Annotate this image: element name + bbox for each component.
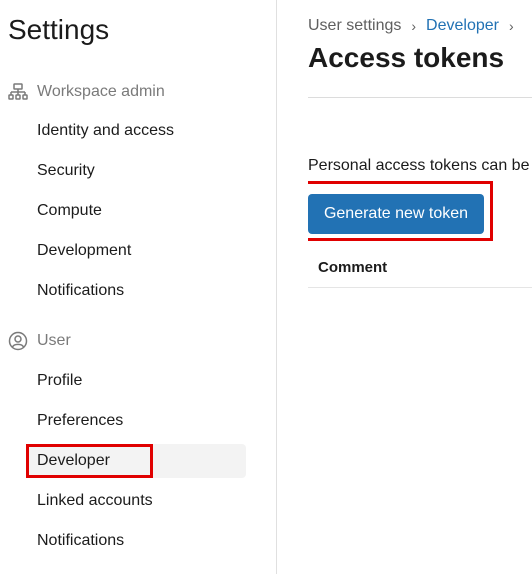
access-tokens-description: Personal access tokens can be u: [308, 157, 532, 174]
sidebar-item-linked-accounts[interactable]: Linked accounts: [27, 484, 246, 518]
sidebar-item-preferences[interactable]: Preferences: [27, 404, 246, 438]
sidebar-item-workspace-notifications[interactable]: Notifications: [27, 274, 246, 308]
breadcrumb-developer[interactable]: Developer: [426, 17, 499, 35]
chevron-right-icon: ›: [508, 18, 514, 34]
user-circle-icon: [8, 331, 28, 351]
sidebar-item-user-notifications[interactable]: Notifications: [27, 524, 246, 558]
user-section-label: User: [37, 332, 71, 349]
generate-new-token-button[interactable]: Generate new token: [308, 194, 484, 234]
sidebar-item-developer[interactable]: Developer: [27, 444, 246, 478]
tokens-table-header: Comment: [308, 248, 532, 288]
sidebar-item-development[interactable]: Development: [27, 234, 246, 268]
sidebar-item-profile[interactable]: Profile: [27, 364, 246, 398]
chevron-right-icon: ›: [411, 18, 417, 34]
page-title: Access tokens: [308, 42, 505, 73]
column-header-comment[interactable]: Comment: [318, 259, 387, 276]
workspace-admin-label: Workspace admin: [37, 83, 165, 100]
main-content: User settings › Developer › Access token…: [308, 0, 532, 574]
breadcrumb: User settings › Developer ›: [308, 16, 524, 36]
title-divider: [308, 97, 532, 98]
breadcrumb-user-settings[interactable]: User settings: [308, 17, 401, 35]
sidebar-item-identity-and-access[interactable]: Identity and access: [27, 114, 246, 148]
settings-sidebar: Settings Workspace admin Identity and ac…: [0, 0, 277, 574]
workspace-admin-icon: [8, 82, 28, 102]
workspace-admin-section-header: Workspace admin: [8, 80, 165, 104]
sidebar-item-compute[interactable]: Compute: [27, 194, 246, 228]
sidebar-title: Settings: [8, 14, 110, 45]
user-section-header: User: [8, 329, 71, 353]
sidebar-item-security[interactable]: Security: [27, 154, 246, 188]
